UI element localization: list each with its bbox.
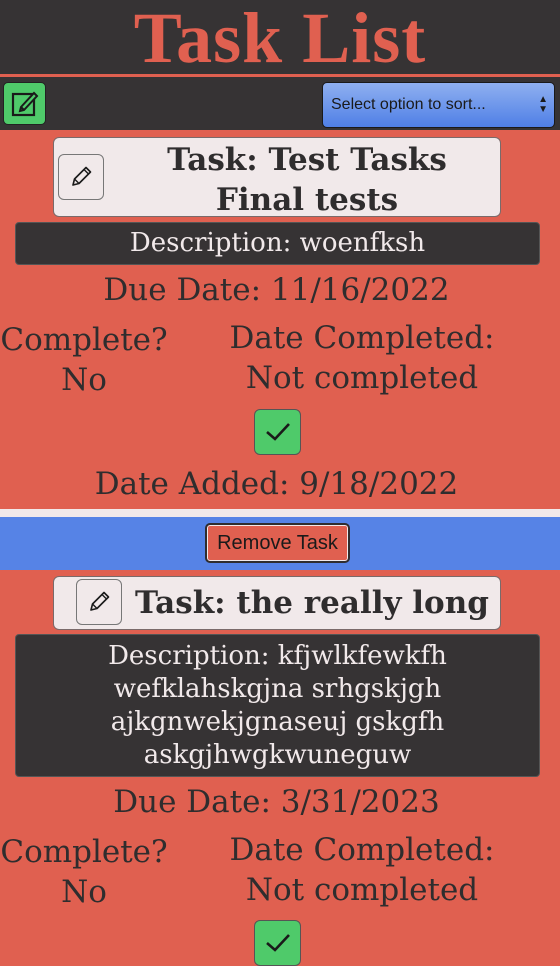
mark-complete-button[interactable] (254, 409, 301, 455)
checkmark-icon (265, 423, 290, 441)
edit-task-button[interactable] (76, 579, 122, 625)
task-title-box: Task: Test Tasks Final tests (53, 137, 501, 218)
sort-select-value: Select option to sort... (331, 96, 486, 113)
task-description-text: Description: kfjwlkfewkfhwefklahskgjna s… (108, 641, 447, 770)
due-date: Due Date: 3/31/2023 (113, 784, 440, 820)
complete-label: Complete? (0, 834, 168, 870)
task-card: Task: the really long test Description: … (0, 570, 560, 966)
edit-task-button[interactable] (58, 154, 104, 200)
page-title: Task List (133, 0, 427, 78)
task-description-text: Description: woenfksh (129, 228, 426, 258)
mark-complete-button[interactable] (254, 920, 301, 966)
complete-value: No (61, 874, 107, 910)
sort-arrows-icon: ▲ ▼ (538, 94, 548, 115)
task-separator (0, 509, 560, 517)
task-description: Description: woenfksh (15, 222, 540, 265)
toolbar: Select option to sort... ▲ ▼ (0, 77, 560, 130)
task-card: Task: Test Tasks Final tests Description… (0, 130, 560, 509)
remove-task-bar: Remove Task (0, 517, 560, 570)
sort-select[interactable]: Select option to sort... ▲ ▼ (322, 82, 555, 128)
date-completed: Date Completed: Not completed (229, 832, 495, 908)
app-header: Task List (0, 0, 560, 76)
date-completed: Date Completed: Not completed (229, 320, 495, 396)
add-task-icon (11, 91, 38, 116)
pencil-icon (72, 166, 92, 186)
task-title: Task: Test Tasks Final tests (167, 142, 447, 218)
pencil-icon (90, 591, 110, 611)
task-description: Description: kfjwlkfewkfhwefklahskgjna s… (15, 634, 540, 777)
due-date: Due Date: 11/16/2022 (103, 272, 450, 308)
remove-task-button[interactable]: Remove Task (205, 523, 350, 563)
add-task-button[interactable] (3, 82, 46, 125)
complete-value: No (61, 362, 107, 398)
date-added: Date Added: 9/18/2022 (94, 466, 459, 502)
complete-label: Complete? (0, 322, 168, 358)
